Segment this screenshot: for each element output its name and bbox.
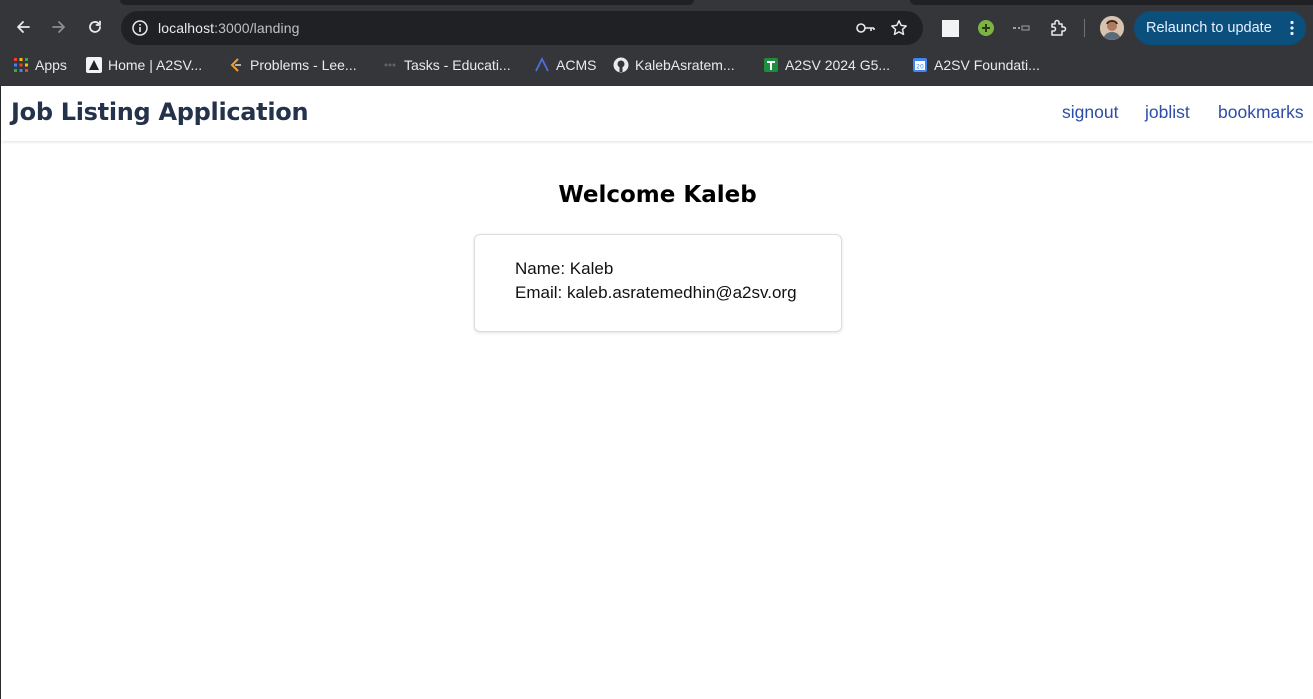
forward-arrow-icon: [52, 21, 65, 33]
url-text[interactable]: localhost:3000/landing: [158, 20, 300, 36]
page-content: Job Listing Application signout joblist …: [0, 86, 1313, 699]
profile-card: Name: Kaleb Email: kaleb.asratemedhin@a2…: [474, 234, 842, 332]
a2sv-icon: [86, 57, 102, 73]
bookmark-github[interactable]: KalebAsratem...: [613, 55, 735, 75]
welcome-heading: Welcome Kaleb: [558, 182, 757, 208]
relaunch-button[interactable]: Relaunch to update: [1134, 11, 1306, 45]
bookmark-label: Tasks - Educati...: [404, 57, 511, 73]
nav-joblist-link[interactable]: joblist: [1145, 102, 1190, 123]
password-key-icon[interactable]: [856, 18, 876, 38]
bookmark-star-icon[interactable]: [889, 18, 909, 38]
bookmark-a2sv-home[interactable]: Home | A2SV...: [86, 55, 202, 75]
extension-page-icon[interactable]: [939, 17, 961, 39]
profile-avatar[interactable]: [1100, 16, 1124, 40]
bookmark-label: KalebAsratem...: [635, 57, 735, 73]
calendar-icon: 20: [912, 57, 928, 73]
app-header: Job Listing Application signout joblist …: [1, 86, 1313, 141]
relaunch-label: Relaunch to update: [1146, 20, 1272, 36]
back-button[interactable]: [8, 12, 38, 42]
bookmark-label: Apps: [35, 57, 67, 73]
toolbar-separator: [1084, 19, 1085, 37]
extension-dots-icon[interactable]: [1010, 17, 1032, 39]
bookmark-leetcode[interactable]: Problems - Lee...: [228, 55, 357, 75]
github-icon: [613, 57, 629, 73]
bookmark-label: Home | A2SV...: [108, 57, 203, 73]
nav-signout-link[interactable]: signout: [1062, 102, 1118, 123]
address-bar[interactable]: localhost:3000/landing: [121, 11, 923, 45]
reload-button[interactable]: [80, 12, 110, 42]
bookmark-label: ACMS: [556, 57, 597, 73]
url-path: :3000/landing: [214, 20, 300, 36]
tasks-icon: [382, 57, 398, 73]
forward-button[interactable]: [44, 12, 74, 42]
inactive-tab-edge[interactable]: [910, 0, 1313, 5]
bookmark-label: A2SV Foundati...: [934, 57, 1040, 73]
svg-text:20: 20: [916, 64, 924, 71]
acms-icon: [534, 56, 550, 73]
reload-icon: [89, 20, 101, 33]
profile-email: Email: kaleb.asratemedhin@a2sv.org: [515, 283, 797, 302]
bookmark-apps[interactable]: Apps: [13, 55, 67, 75]
url-host: localhost: [158, 20, 215, 36]
bookmark-acms[interactable]: ACMS: [534, 55, 596, 75]
extensions-puzzle-icon[interactable]: [1047, 17, 1069, 39]
kebab-menu-icon[interactable]: [1290, 20, 1294, 36]
browser-chrome: localhost:3000/landing Relaunch to updat…: [0, 0, 1313, 86]
back-arrow-icon: [17, 21, 30, 33]
extension-plus-icon[interactable]: [975, 17, 997, 39]
bookmark-label: A2SV 2024 G5...: [785, 57, 891, 73]
bookmark-tasks[interactable]: Tasks - Educati...: [382, 55, 511, 75]
apps-grid-icon: [13, 57, 29, 73]
sheets-icon: [763, 57, 779, 73]
bookmark-a2sv-foundation[interactable]: 20 A2SV Foundati...: [912, 55, 1040, 75]
bookmark-label: Problems - Lee...: [250, 57, 357, 73]
bookmark-a2sv-2024[interactable]: A2SV 2024 G5...: [763, 55, 890, 75]
site-info-icon[interactable]: [131, 19, 149, 37]
active-tab-edge[interactable]: [120, 0, 694, 5]
browser-toolbar: localhost:3000/landing Relaunch to updat…: [0, 8, 1313, 48]
nav-bookmarks-link[interactable]: bookmarks: [1218, 102, 1304, 123]
profile-name: Name: Kaleb: [515, 259, 614, 278]
bookmarks-bar: Apps Home | A2SV... Problems - Lee... Ta…: [0, 50, 1313, 80]
app-title: Job Listing Application: [11, 98, 309, 126]
leetcode-icon: [228, 57, 244, 73]
